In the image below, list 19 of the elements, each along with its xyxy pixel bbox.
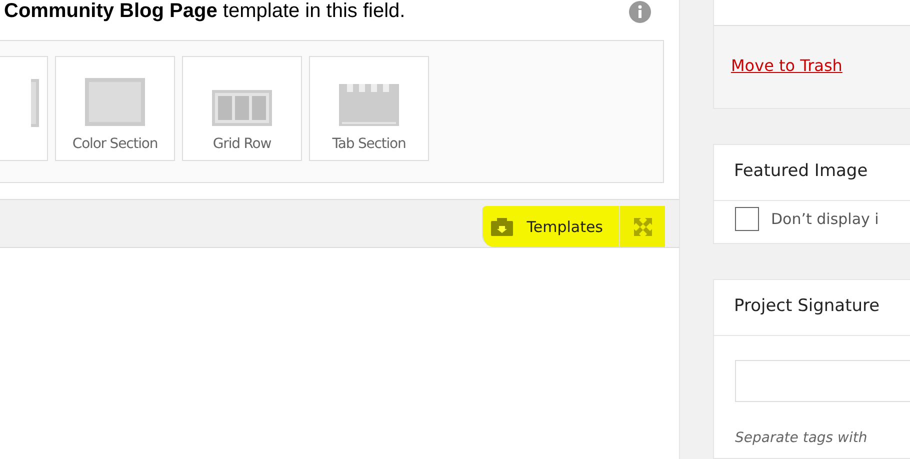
fullscreen-button[interactable] — [619, 206, 665, 247]
briefcase-icon — [490, 218, 513, 236]
module-card[interactable] — [0, 56, 48, 161]
module-button[interactable]: Grid Row — [182, 56, 302, 161]
info-icon[interactable] — [629, 1, 651, 23]
checkbox-label: Don’t display i — [771, 210, 879, 228]
card-title: Project Signature — [714, 280, 910, 336]
module-button[interactable]: Tab Section — [309, 56, 429, 161]
fullscreen-icon — [632, 216, 652, 236]
checkbox[interactable] — [735, 207, 759, 231]
tabs-icon — [339, 84, 399, 126]
module-button[interactable]: Color Section — [55, 56, 175, 161]
hint-text: Separate tags with — [735, 430, 868, 446]
templates-button[interactable]: Templates — [482, 206, 619, 247]
grid-icon — [212, 90, 272, 126]
tag-input-field[interactable] — [735, 360, 910, 402]
card-title: Featured Image — [714, 145, 910, 201]
move-to-trash-link[interactable]: Move to Trash — [731, 56, 842, 75]
intro-text: Community Blog Page template in this field. — [4, 0, 406, 22]
